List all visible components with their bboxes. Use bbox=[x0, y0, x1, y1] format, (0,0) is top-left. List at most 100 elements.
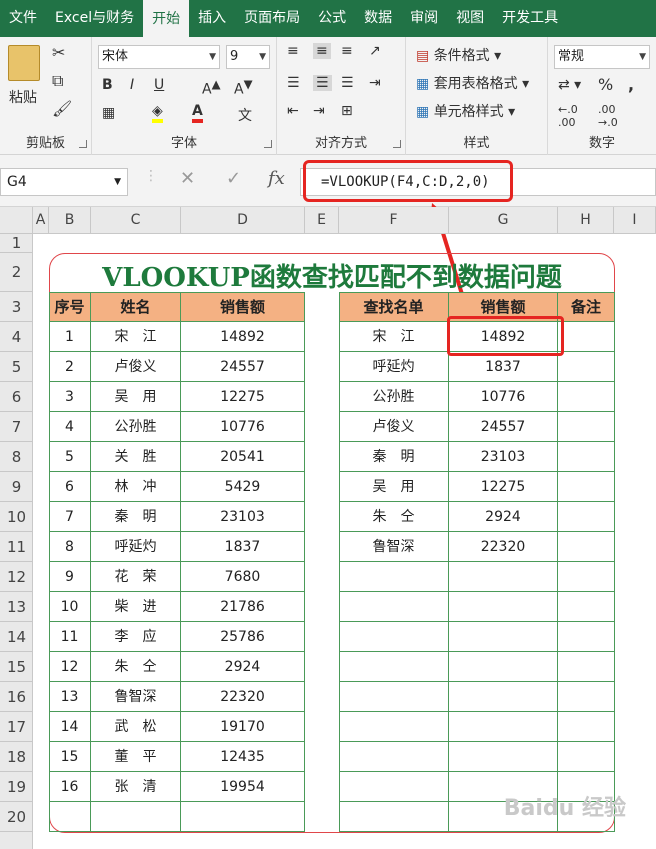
right-table-cell[interactable]: 12275 bbox=[449, 472, 558, 502]
right-table-cell[interactable]: 公孙胜 bbox=[339, 382, 449, 412]
right-header-cell[interactable]: 查找名单 bbox=[339, 292, 449, 322]
left-table-cell[interactable]: 11 bbox=[49, 622, 91, 652]
column-header-I[interactable]: I bbox=[614, 207, 656, 234]
tab-5[interactable]: 公式 bbox=[309, 0, 355, 37]
italic-icon[interactable]: I bbox=[130, 77, 134, 93]
left-table-cell[interactable]: 14 bbox=[49, 712, 91, 742]
left-table-cell[interactable]: 董 平 bbox=[91, 742, 181, 772]
right-table-cell[interactable] bbox=[339, 802, 449, 832]
borders-icon[interactable]: ▦ bbox=[102, 105, 115, 121]
column-header-A[interactable]: A bbox=[33, 207, 49, 234]
right-table-cell[interactable] bbox=[558, 562, 615, 592]
tab-6[interactable]: 数据 bbox=[355, 0, 401, 37]
row-header-11[interactable]: 11 bbox=[0, 532, 33, 562]
copy-icon[interactable]: ⧉ bbox=[52, 71, 63, 91]
right-table-cell[interactable]: 24557 bbox=[449, 412, 558, 442]
left-table-cell[interactable]: 22320 bbox=[181, 682, 305, 712]
tab-1[interactable]: Excel与财务 bbox=[46, 0, 143, 37]
right-table-cell[interactable] bbox=[558, 712, 615, 742]
right-table-cell[interactable]: 鲁智深 bbox=[339, 532, 449, 562]
right-table-cell[interactable] bbox=[558, 682, 615, 712]
clipboard-launcher-icon[interactable] bbox=[79, 140, 87, 148]
column-header-H[interactable]: H bbox=[558, 207, 614, 234]
column-header-C[interactable]: C bbox=[91, 207, 181, 234]
font-launcher-icon[interactable] bbox=[264, 140, 272, 148]
left-table-cell[interactable]: 2924 bbox=[181, 652, 305, 682]
left-table-cell[interactable]: 21786 bbox=[181, 592, 305, 622]
right-table-cell[interactable] bbox=[558, 352, 615, 382]
align-right-icon[interactable]: ☰ bbox=[341, 75, 354, 91]
left-table-cell[interactable]: 13 bbox=[49, 682, 91, 712]
font-name-combo[interactable]: 宋体 ▼ bbox=[98, 45, 220, 69]
left-table-cell[interactable]: 20541 bbox=[181, 442, 305, 472]
insert-function-icon[interactable]: fx bbox=[268, 168, 285, 189]
left-header-cell[interactable]: 姓名 bbox=[91, 292, 181, 322]
left-table-cell[interactable]: 李 应 bbox=[91, 622, 181, 652]
row-header-8[interactable]: 8 bbox=[0, 442, 33, 472]
bold-icon[interactable]: B bbox=[102, 77, 113, 93]
right-table-cell[interactable]: 23103 bbox=[449, 442, 558, 472]
left-table-cell[interactable]: 12435 bbox=[181, 742, 305, 772]
right-table-cell[interactable] bbox=[339, 622, 449, 652]
right-table-cell[interactable] bbox=[449, 622, 558, 652]
right-table-cell[interactable] bbox=[558, 502, 615, 532]
cancel-icon[interactable]: ✕ bbox=[180, 168, 195, 189]
alignment-launcher-icon[interactable] bbox=[393, 140, 401, 148]
right-table-cell[interactable] bbox=[558, 592, 615, 622]
left-table-cell[interactable]: 8 bbox=[49, 532, 91, 562]
left-table-cell[interactable]: 10776 bbox=[181, 412, 305, 442]
left-table-cell[interactable]: 柴 进 bbox=[91, 592, 181, 622]
row-header-12[interactable]: 12 bbox=[0, 562, 33, 592]
left-table-cell[interactable]: 武 松 bbox=[91, 712, 181, 742]
right-table-cell[interactable] bbox=[449, 592, 558, 622]
left-table-cell[interactable]: 5429 bbox=[181, 472, 305, 502]
font-size-combo[interactable]: 9 ▼ bbox=[226, 45, 270, 69]
left-table-cell[interactable] bbox=[49, 802, 91, 832]
left-table-cell[interactable]: 15 bbox=[49, 742, 91, 772]
row-header-5[interactable]: 5 bbox=[0, 352, 33, 382]
tab-0[interactable]: 文件 bbox=[0, 0, 46, 37]
right-table-cell[interactable] bbox=[339, 742, 449, 772]
name-box[interactable]: G4 ▼ bbox=[0, 168, 128, 196]
left-table-cell[interactable]: 7680 bbox=[181, 562, 305, 592]
row-header-15[interactable]: 15 bbox=[0, 652, 33, 682]
right-table-cell[interactable]: 1837 bbox=[449, 352, 558, 382]
right-table-cell[interactable]: 卢俊义 bbox=[339, 412, 449, 442]
right-table-cell[interactable] bbox=[558, 322, 615, 352]
cell-style-button[interactable]: ▦ 单元格样式 ▾ bbox=[416, 101, 515, 121]
right-table-cell[interactable] bbox=[558, 742, 615, 772]
left-table-cell[interactable]: 16 bbox=[49, 772, 91, 802]
left-table-cell[interactable]: 秦 明 bbox=[91, 502, 181, 532]
left-table-cell[interactable]: 1837 bbox=[181, 532, 305, 562]
left-table-cell[interactable]: 6 bbox=[49, 472, 91, 502]
align-bottom-icon[interactable]: ≡ bbox=[341, 43, 353, 59]
left-table-cell[interactable]: 卢俊义 bbox=[91, 352, 181, 382]
select-all-corner[interactable] bbox=[0, 207, 33, 234]
right-table-cell[interactable]: 秦 明 bbox=[339, 442, 449, 472]
left-table-cell[interactable]: 24557 bbox=[181, 352, 305, 382]
left-header-cell[interactable]: 序号 bbox=[49, 292, 91, 322]
tab-4[interactable]: 页面布局 bbox=[235, 0, 309, 37]
right-table-cell[interactable] bbox=[449, 562, 558, 592]
left-table-cell[interactable]: 公孙胜 bbox=[91, 412, 181, 442]
row-header-3[interactable]: 3 bbox=[0, 292, 33, 322]
left-table-cell[interactable]: 宋 江 bbox=[91, 322, 181, 352]
phonetic-icon[interactable]: 文 bbox=[238, 105, 252, 125]
row-header-2[interactable]: 2 bbox=[0, 253, 33, 292]
orientation-icon[interactable]: ↗ bbox=[369, 43, 381, 59]
right-table-cell[interactable] bbox=[339, 712, 449, 742]
shrink-font-icon[interactable]: A▼ bbox=[234, 77, 253, 98]
column-header-F[interactable]: F bbox=[339, 207, 449, 234]
column-header-E[interactable]: E bbox=[305, 207, 339, 234]
format-painter-icon[interactable]: 🖌 bbox=[52, 99, 72, 118]
tab-8[interactable]: 视图 bbox=[447, 0, 493, 37]
tab-7[interactable]: 审阅 bbox=[401, 0, 447, 37]
number-format-combo[interactable]: 常规 ▼ bbox=[554, 45, 650, 69]
right-table-cell[interactable]: 呼延灼 bbox=[339, 352, 449, 382]
increase-indent-icon[interactable]: ⇥ bbox=[313, 103, 325, 119]
left-table-cell[interactable]: 19954 bbox=[181, 772, 305, 802]
right-table-cell[interactable] bbox=[339, 682, 449, 712]
font-color-icon[interactable]: A bbox=[192, 103, 203, 123]
left-table-cell[interactable] bbox=[181, 802, 305, 832]
right-table-cell[interactable]: 2924 bbox=[449, 502, 558, 532]
